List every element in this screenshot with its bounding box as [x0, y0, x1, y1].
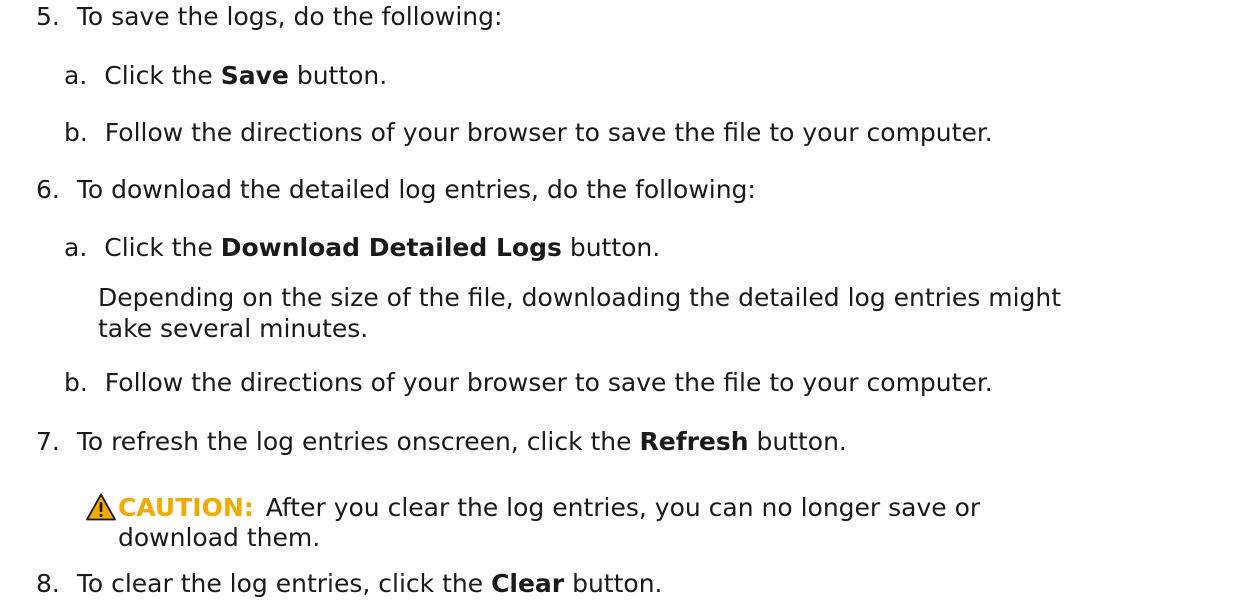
substep-text: Follow the directions of your browser to…	[104, 118, 993, 147]
step-number: 8.	[36, 569, 60, 598]
warning-triangle-icon	[86, 493, 116, 521]
substep-5a: a. Click the Save button.	[64, 61, 387, 91]
substep-letter: a.	[64, 61, 88, 90]
step-8: 8. To clear the log entries, click the C…	[36, 569, 663, 599]
step-5: 5. To save the logs, do the following:	[36, 2, 502, 32]
substep-text-before: Click the	[104, 233, 221, 262]
substep-text-after: button.	[288, 61, 388, 90]
ui-label-clear: Clear	[491, 569, 565, 598]
substep-text-before: Click the	[104, 61, 221, 90]
substep-6b: b. Follow the directions of your browser…	[64, 368, 993, 398]
step-number: 7.	[36, 427, 60, 456]
ui-label-save: Save	[220, 61, 289, 90]
substep-5b: b. Follow the directions of your browser…	[64, 118, 993, 148]
substep-6a-note-line-1: Depending on the size of the file, downl…	[98, 283, 1062, 312]
step-text: To save the logs, do the following:	[76, 2, 503, 31]
caution-text: After you clear the log entries, you can…	[257, 493, 981, 522]
step-6: 6. To download the detailed log entries,…	[36, 175, 756, 205]
step-7: 7. To refresh the log entries onscreen, …	[36, 427, 847, 457]
substep-letter: b.	[64, 368, 88, 397]
step-text-before: To refresh the log entries onscreen, cli…	[76, 427, 640, 456]
substep-text: Follow the directions of your browser to…	[104, 368, 993, 397]
substep-text-after: button.	[561, 233, 661, 262]
step-number: 5.	[36, 2, 60, 31]
substep-letter: a.	[64, 233, 88, 262]
step-text-before: To clear the log entries, click the	[76, 569, 492, 598]
step-text-after: button.	[564, 569, 663, 598]
step-text-after: button.	[748, 427, 847, 456]
step-text: To download the detailed log entries, do…	[76, 175, 756, 204]
caution-label: CAUTION:	[118, 493, 254, 522]
substep-6a-note-line-2: take several minutes.	[98, 314, 369, 343]
ui-label-refresh: Refresh	[639, 427, 749, 456]
caution-note: CAUTION: After you clear the log entries…	[86, 493, 1206, 555]
step-number: 6.	[36, 175, 60, 204]
caution-line-1: CAUTION: After you clear the log entries…	[118, 493, 980, 523]
substep-6a: a. Click the Download Detailed Logs butt…	[64, 233, 660, 263]
caution-line-2: download them.	[118, 523, 321, 552]
ui-label-download-detailed-logs: Download Detailed Logs	[220, 233, 562, 262]
substep-letter: b.	[64, 118, 88, 147]
